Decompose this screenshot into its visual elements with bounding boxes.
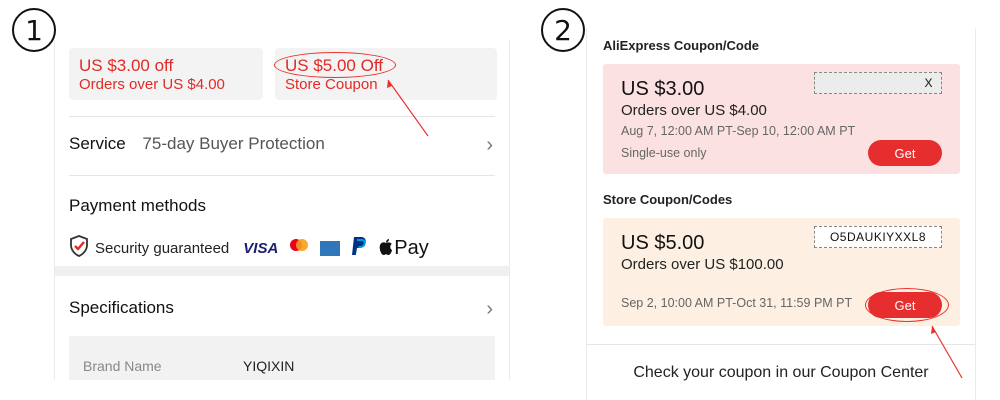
service-row[interactable]: Service 75-day Buyer Protection › — [69, 134, 495, 158]
chevron-right-icon: › — [486, 134, 493, 156]
store-coupon-heading: Store Coupon/Codes — [603, 192, 733, 207]
step-one-number: 1 — [25, 13, 43, 47]
get-button-highlight — [865, 288, 949, 322]
coupon-sheet: AliExpress Coupon/Code US $3.00 Orders o… — [586, 28, 976, 400]
aliexpress-coupon-card: US $3.00 Orders over US $4.00 Aug 7, 12:… — [603, 64, 960, 174]
platform-coupon-condition: Orders over US $4.00 — [79, 76, 225, 93]
payment-methods-title: Payment methods — [69, 196, 207, 215]
ali-coupon-get-button[interactable]: Get — [868, 140, 942, 166]
step-two-marker: 2 — [541, 8, 585, 52]
step-one-marker: 1 — [12, 8, 56, 52]
divider — [69, 175, 495, 176]
store-coupon-highlight — [274, 52, 396, 78]
store-coupon-condition: Orders over US $100.00 — [621, 256, 784, 273]
spec-value-brand: YIQIXIN — [243, 358, 295, 374]
spec-key-brand: Brand Name — [83, 358, 162, 374]
store-coupon-label: Store Coupon — [285, 76, 378, 93]
platform-coupon-amount: US $3.00 off — [79, 56, 174, 75]
coupon-center-link[interactable]: Check your coupon in our Coupon Center — [587, 364, 975, 382]
mastercard-icon — [288, 238, 310, 258]
shield-check-icon — [69, 234, 89, 262]
divider — [69, 116, 495, 117]
product-detail-panel: US $3.00 off Orders over US $4.00 US $5.… — [54, 40, 510, 380]
specifications-title: Specifications — [69, 298, 174, 317]
specifications-table: Brand Name YIQIXIN — [69, 336, 495, 380]
security-row: Security guaranteed VISA Pay — [69, 234, 429, 262]
store-coupon-dates: Sep 2, 10:00 AM PT-Oct 31, 11:59 PM PT — [621, 296, 853, 310]
ali-coupon-code: X — [924, 76, 933, 90]
paypal-icon — [350, 235, 368, 262]
store-coupon-amount: US $5.00 — [621, 232, 705, 254]
ali-coupon-code-box[interactable]: X — [814, 72, 942, 94]
apple-pay-label: Pay — [394, 236, 429, 259]
divider — [587, 344, 975, 345]
ali-coupon-note: Single-use only — [621, 146, 707, 160]
ali-coupon-dates: Aug 7, 12:00 AM PT-Sep 10, 12:00 AM PT — [621, 124, 856, 138]
security-text: Security guaranteed — [95, 239, 230, 257]
store-coupon-code-box[interactable]: O5DAUKIYXXL8 — [814, 226, 942, 248]
specifications-row[interactable]: Specifications › — [69, 298, 495, 320]
payment-icons: VISA Pay — [243, 235, 429, 262]
section-gap — [55, 266, 509, 276]
amex-icon — [320, 240, 341, 256]
store-coupon-code: O5DAUKIYXXL8 — [829, 230, 927, 244]
step-two-number: 2 — [554, 13, 572, 47]
apple-pay-icon: Pay — [378, 236, 429, 260]
service-label: Service — [69, 134, 126, 153]
visa-icon: VISA — [243, 239, 279, 257]
ali-coupon-amount: US $3.00 — [621, 78, 705, 100]
chevron-right-icon: › — [486, 298, 493, 320]
platform-coupon-tile[interactable]: US $3.00 off Orders over US $4.00 — [69, 48, 263, 100]
aliexpress-coupon-heading: AliExpress Coupon/Code — [603, 38, 760, 53]
ali-coupon-condition: Orders over US $4.00 — [621, 102, 767, 119]
service-value: 75-day Buyer Protection — [142, 134, 325, 153]
